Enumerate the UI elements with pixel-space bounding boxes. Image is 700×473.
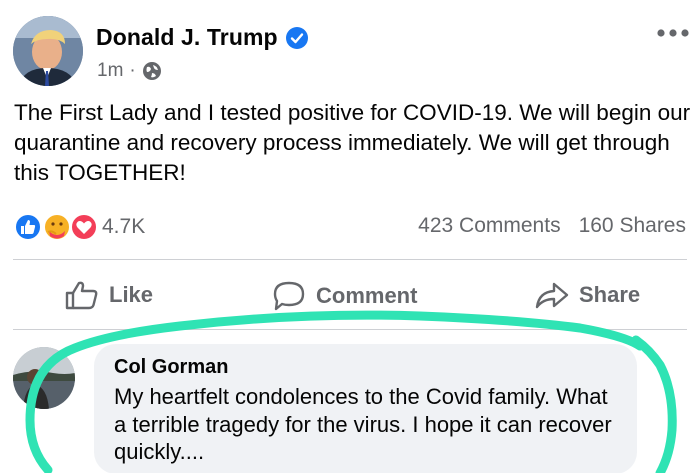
post-author-name[interactable]: Donald J. Trump — [96, 24, 278, 51]
comment-author-name[interactable]: Col Gorman — [114, 356, 617, 379]
divider — [13, 259, 687, 260]
comments-count[interactable]: 423 Comments — [418, 214, 560, 238]
share-label: Share — [579, 282, 641, 307]
thumbs-up-icon — [65, 281, 98, 310]
author-avatar[interactable] — [13, 16, 83, 86]
reactions-summary[interactable]: 4.7K — [12, 212, 145, 242]
comment-bubble-icon — [273, 281, 305, 311]
reaction-count: 4.7K — [102, 215, 146, 238]
post-timestamp[interactable]: 1m — [97, 60, 123, 82]
shares-count[interactable]: 160 Shares — [579, 214, 686, 238]
commenter-avatar[interactable] — [13, 347, 75, 409]
divider — [13, 329, 687, 330]
care-reaction-icon — [43, 213, 71, 241]
comment-button[interactable]: Comment — [272, 280, 417, 312]
post-text: The First Lady and I tested positive for… — [14, 100, 691, 185]
share-arrow-icon — [535, 282, 569, 309]
like-label: Like — [109, 282, 154, 307]
meta-separator: · — [129, 60, 136, 81]
comment-text: My heartfelt condolences to the Covid fa… — [114, 384, 612, 464]
verified-badge-icon — [285, 26, 308, 49]
globe-icon[interactable] — [142, 61, 162, 81]
more-options-icon[interactable] — [656, 26, 690, 40]
comment-bubble: Col Gorman My heartfelt condolences to t… — [94, 344, 637, 473]
comment-label: Comment — [316, 283, 418, 308]
like-reaction-icon — [14, 213, 42, 241]
like-button[interactable]: Like — [65, 280, 153, 310]
share-button[interactable]: Share — [535, 280, 640, 310]
love-reaction-icon — [70, 213, 98, 241]
post-actions-bar: Like Comment Share — [0, 270, 700, 320]
